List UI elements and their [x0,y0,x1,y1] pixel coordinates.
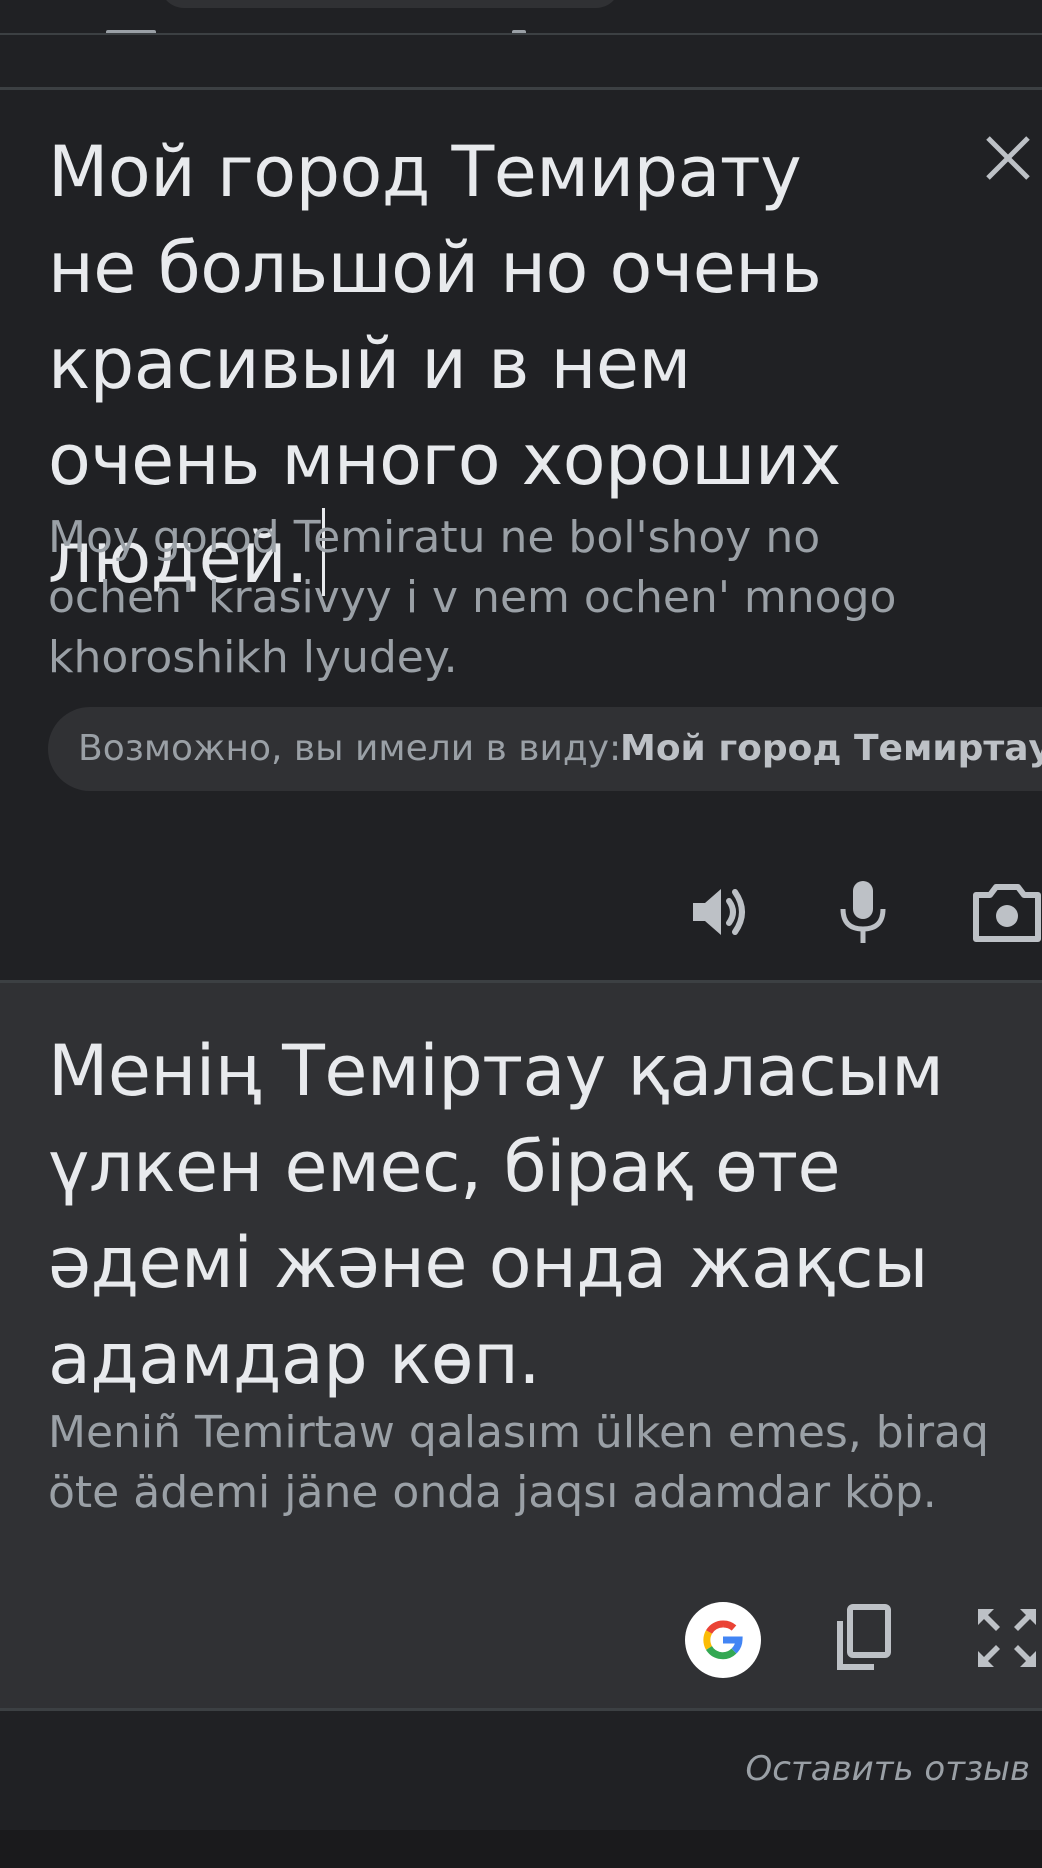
footer: Оставить отзыв [0,1711,1042,1830]
camera-button[interactable] [972,877,1042,947]
listen-source-button[interactable] [685,877,755,947]
bottom-strip [0,1830,1042,1868]
google-logo-icon [685,1602,761,1678]
microphone-icon [840,881,886,943]
send-feedback-link[interactable]: Оставить отзыв [746,1749,1030,1789]
translation-text: Менің Теміртау қаласым үлкен емес, бірақ… [48,1030,944,1400]
source-panel: Мой город Темирату не большой но очень к… [0,90,1042,980]
did-you-mean-chip[interactable]: Возможно, вы имели в виду: Мой город Тем… [48,707,1042,791]
speaker-icon [693,889,745,935]
copy-icon [837,1604,891,1670]
source-transliteration: Moy gorod Temiratu ne bol'shoy no ochen'… [48,512,897,683]
top-bar [0,0,1042,35]
close-icon [986,136,1030,180]
spacer-strip [0,35,1042,87]
did-you-mean-value: Мой город Темиртау не большой но очень к… [620,728,1042,769]
google-search-button[interactable] [684,1601,762,1679]
translation-transliteration: Meniñ Temirtaw qalasım ülken emes, biraq… [48,1407,989,1518]
camera-icon [973,884,1041,942]
copy-button[interactable] [830,1603,900,1673]
translate-page: Мой город Темирату не большой но очень к… [0,0,1042,1868]
clear-button[interactable] [978,128,1038,188]
did-you-mean-label: Возможно, вы имели в виду: [78,728,622,769]
fullscreen-icon [978,1609,1036,1667]
top-bar-pill[interactable] [160,0,620,8]
translation-panel: Менің Теміртау қаласым үлкен емес, бірақ… [0,983,1042,1708]
fullscreen-button[interactable] [972,1603,1042,1673]
voice-input-button[interactable] [828,877,898,947]
